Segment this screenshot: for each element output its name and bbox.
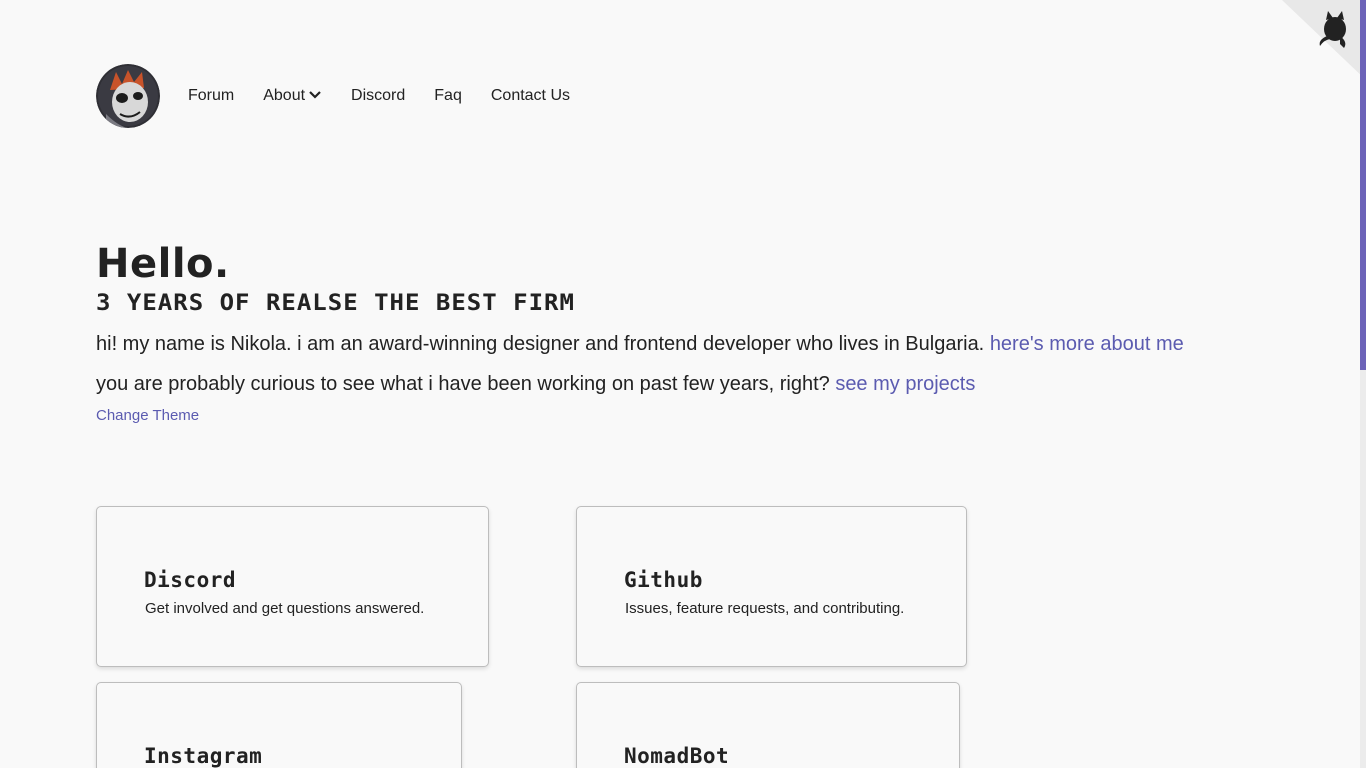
intro-text: hi! my name is Nikola. i am an award-win…	[96, 333, 985, 355]
see-projects-link[interactable]: see my projects	[835, 373, 975, 395]
card-title: NomadBot	[624, 744, 730, 768]
main-nav: Forum About Discord Faq Contact Us	[96, 64, 599, 128]
change-theme-link[interactable]: Change Theme	[96, 407, 199, 424]
page-title: Hello.	[96, 241, 230, 287]
intro-line: hi! my name is Nikola. i am an award-win…	[96, 333, 1184, 356]
nav-faq-label: Faq	[434, 87, 462, 104]
tagline: 3 years of realse the best firm	[96, 290, 575, 316]
nav-contact-us[interactable]: Contact Us	[491, 87, 570, 105]
avatar[interactable]	[96, 64, 160, 128]
card-github[interactable]: Github Issues, feature requests, and con…	[576, 506, 967, 667]
card-discord[interactable]: Discord Get involved and get questions a…	[96, 506, 489, 667]
card-description: Issues, feature requests, and contributi…	[625, 600, 905, 617]
github-corner[interactable]	[1282, 0, 1366, 80]
page-scrollbar[interactable]	[1360, 0, 1366, 768]
projects-line: you are probably curious to see what i h…	[96, 373, 975, 396]
card-title: Github	[624, 568, 703, 592]
card-title: Discord	[144, 568, 237, 592]
nav-about-label: About	[263, 87, 306, 104]
scrollbar-thumb[interactable]	[1360, 0, 1366, 370]
page: Forum About Discord Faq Contact Us Hello…	[0, 0, 1366, 768]
projects-text: you are probably curious to see what i h…	[96, 373, 830, 395]
card-description: Get involved and get questions answered.	[145, 600, 425, 617]
about-me-link[interactable]: here's more about me	[990, 333, 1184, 355]
card-title: Instagram	[144, 744, 263, 768]
card-instagram[interactable]: Instagram	[96, 682, 462, 768]
scrollbar-track[interactable]	[1360, 370, 1366, 768]
nav-forum[interactable]: Forum	[188, 87, 234, 105]
nav-discord[interactable]: Discord	[351, 87, 405, 105]
nav-about[interactable]: About	[263, 87, 322, 105]
nav-faq[interactable]: Faq	[434, 87, 462, 105]
nav-forum-label: Forum	[188, 87, 235, 104]
avatar-image	[96, 64, 160, 128]
card-nomadbot[interactable]: NomadBot	[576, 682, 960, 768]
chevron-down-icon	[308, 87, 322, 105]
nav-discord-label: Discord	[351, 87, 406, 104]
octocat-icon	[1282, 0, 1366, 80]
nav-contact-us-label: Contact Us	[490, 87, 570, 104]
